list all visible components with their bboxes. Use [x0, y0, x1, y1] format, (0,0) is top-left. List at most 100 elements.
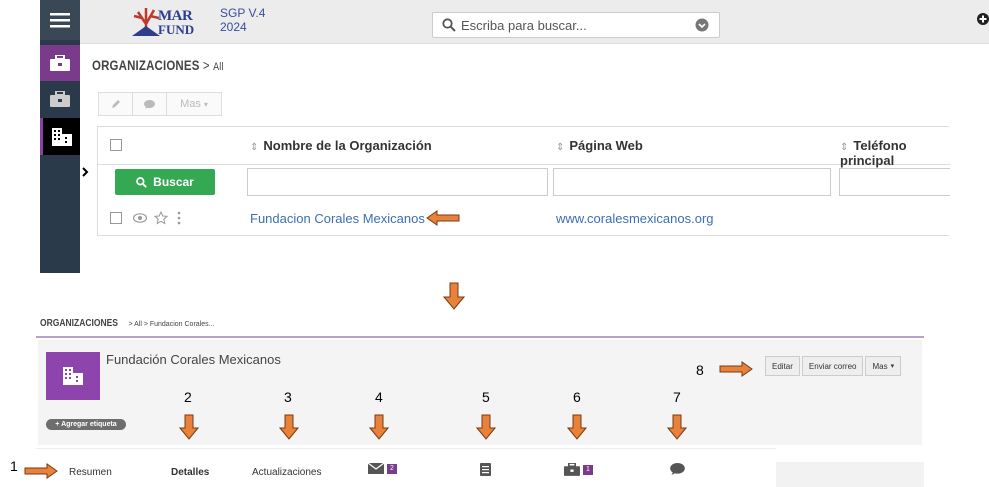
annotation-arrow-right [719, 361, 753, 377]
top-header: MAR FUND SGP V.4 2024 Escriba para busca… [80, 0, 989, 44]
tab-resumen[interactable]: Resumen [69, 467, 112, 478]
more-dropdown-button[interactable]: Mas ▾ [167, 93, 221, 115]
document-icon [480, 463, 491, 476]
divider [36, 336, 924, 338]
select-all-checkbox[interactable] [110, 139, 122, 151]
annotation-number-7: 7 [673, 389, 681, 405]
breadcrumb-module[interactable]: ORGANIZACIONES [92, 57, 200, 73]
record-title: Fundación Corales Mexicanos [106, 352, 281, 367]
org-name-link[interactable]: Fundacion Corales Mexicanos [250, 211, 425, 226]
more-label: Mas [180, 98, 201, 110]
search-filter-label: Buscar [153, 175, 194, 189]
plus-icon[interactable] [977, 13, 989, 25]
tab-comments[interactable] [670, 463, 685, 475]
sidebar-item-organizations[interactable] [40, 118, 80, 155]
search-icon [136, 176, 148, 188]
building-icon [51, 127, 72, 146]
detail-breadcrumb: ORGANIZACIONES > All > Fundacion Corales… [40, 318, 214, 329]
building-icon [63, 367, 83, 385]
comment-button[interactable] [133, 93, 167, 115]
tab-emails[interactable]: 2 [368, 463, 397, 474]
version-year: 2024 [220, 20, 247, 34]
detail-breadcrumb-module[interactable]: ORGANIZACIONES [40, 318, 118, 329]
column-header-website[interactable]: ⇕ Página Web [556, 138, 643, 153]
sidebar-expand-toggle[interactable] [80, 165, 94, 181]
breadcrumb-separator: > [202, 57, 210, 73]
send-email-button[interactable]: Enviar correo [801, 356, 864, 376]
row-checkbox[interactable] [110, 212, 122, 224]
coral-logo-icon [132, 8, 160, 36]
filter-phone-input[interactable] [839, 168, 950, 196]
annotation-number-1: 1 [10, 458, 18, 474]
filter-row: Buscar [98, 166, 950, 200]
menu-button[interactable] [40, 0, 80, 40]
breadcrumb-bar: ORGANIZACIONES > All [80, 44, 989, 84]
annotation-arrow-down [667, 414, 687, 440]
annotation-number-3: 3 [284, 389, 292, 405]
email-count-badge: 2 [387, 463, 397, 474]
detail-breadcrumb-trail[interactable]: > All > Fundacion Corales... [128, 321, 214, 328]
annotation-number-5: 5 [482, 389, 490, 405]
app-version: SGP V.4 2024 [220, 6, 265, 34]
project-count-badge: 1 [583, 464, 593, 475]
briefcase-icon [50, 91, 70, 107]
annotation-arrow-down [279, 414, 299, 440]
organizations-table: ⇕ Nombre de la Organización ⇕ Página Web ⇕… [97, 126, 950, 237]
annotation-number-8: 8 [696, 362, 704, 378]
annotation-arrow-down [443, 282, 465, 310]
record-tabs: Resumen Detalles Actualizaciones 2 1 [36, 448, 776, 487]
more-button[interactable]: Mas ▾ [865, 356, 902, 376]
annotation-arrow-left [426, 210, 460, 226]
version-label: SGP V.4 [220, 6, 266, 20]
global-search-input[interactable]: Escriba para buscar... [432, 12, 720, 38]
tab-detalles[interactable]: Detalles [171, 467, 209, 478]
add-tag-button[interactable]: + Agregar etiqueta [46, 419, 126, 430]
sidebar-item-briefcase[interactable] [40, 81, 80, 117]
chevron-down-icon[interactable] [695, 18, 709, 32]
comment-icon [144, 99, 155, 109]
sort-icon: ⇕ [250, 142, 259, 153]
edit-button[interactable]: Editar [765, 356, 800, 376]
annotation-number-2: 2 [184, 389, 192, 405]
list-action-bar: Mas ▾ [98, 92, 222, 116]
record-actions: Editar Enviar correo Mas ▾ [765, 356, 902, 376]
breadcrumb: ORGANIZACIONES > All [92, 57, 224, 73]
annotation-number-4: 4 [375, 389, 383, 405]
sort-icon: ⇕ [556, 142, 565, 153]
briefcase-icon [50, 55, 70, 71]
tab-projects[interactable]: 1 [564, 463, 593, 476]
sort-icon: ⇕ [840, 142, 849, 153]
sidebar-item-briefcase-active[interactable] [40, 45, 80, 81]
kebab-menu-icon[interactable] [177, 211, 181, 225]
envelope-icon [368, 463, 384, 474]
table-row[interactable]: Fundacion Corales Mexicanos www.coralesm… [98, 201, 950, 237]
annotation-arrow-down [476, 414, 496, 440]
column-header-phone[interactable]: ⇕ Teléfono principal [840, 138, 950, 168]
tab-documents[interactable] [480, 463, 491, 476]
chevron-right-icon [82, 167, 89, 177]
filter-name-input[interactable] [247, 168, 548, 196]
search-filter-button[interactable]: Buscar [115, 169, 215, 195]
annotation-arrow-down [369, 414, 389, 440]
filter-website-input[interactable] [553, 168, 831, 196]
tab-actualizaciones[interactable]: Actualizaciones [252, 467, 321, 478]
logo-text-fund: FUND [158, 22, 195, 37]
annotation-arrow-down [179, 414, 199, 440]
search-icon [442, 18, 456, 32]
annotation-arrow-down [567, 414, 587, 440]
comment-icon [670, 463, 685, 475]
column-header-name[interactable]: ⇕ Nombre de la Organización [250, 138, 432, 153]
table-header: ⇕ Nombre de la Organización ⇕ Página Web ⇕… [98, 127, 950, 168]
edit-button[interactable] [99, 93, 133, 115]
nav-sidebar [40, 0, 80, 273]
caret-down-icon: ▾ [890, 363, 895, 370]
record-avatar [46, 352, 100, 400]
org-website-link[interactable]: www.coralesmexicanos.org [556, 211, 714, 226]
tab-bar-filler [776, 462, 924, 487]
breadcrumb-view[interactable]: All [213, 61, 224, 73]
bottom-screenshot: ORGANIZACIONES > All > Fundacion Corales… [36, 312, 924, 487]
eye-icon[interactable] [133, 213, 147, 223]
star-icon[interactable] [154, 211, 168, 225]
briefcase-icon [564, 463, 580, 476]
annotation-number-6: 6 [573, 389, 581, 405]
